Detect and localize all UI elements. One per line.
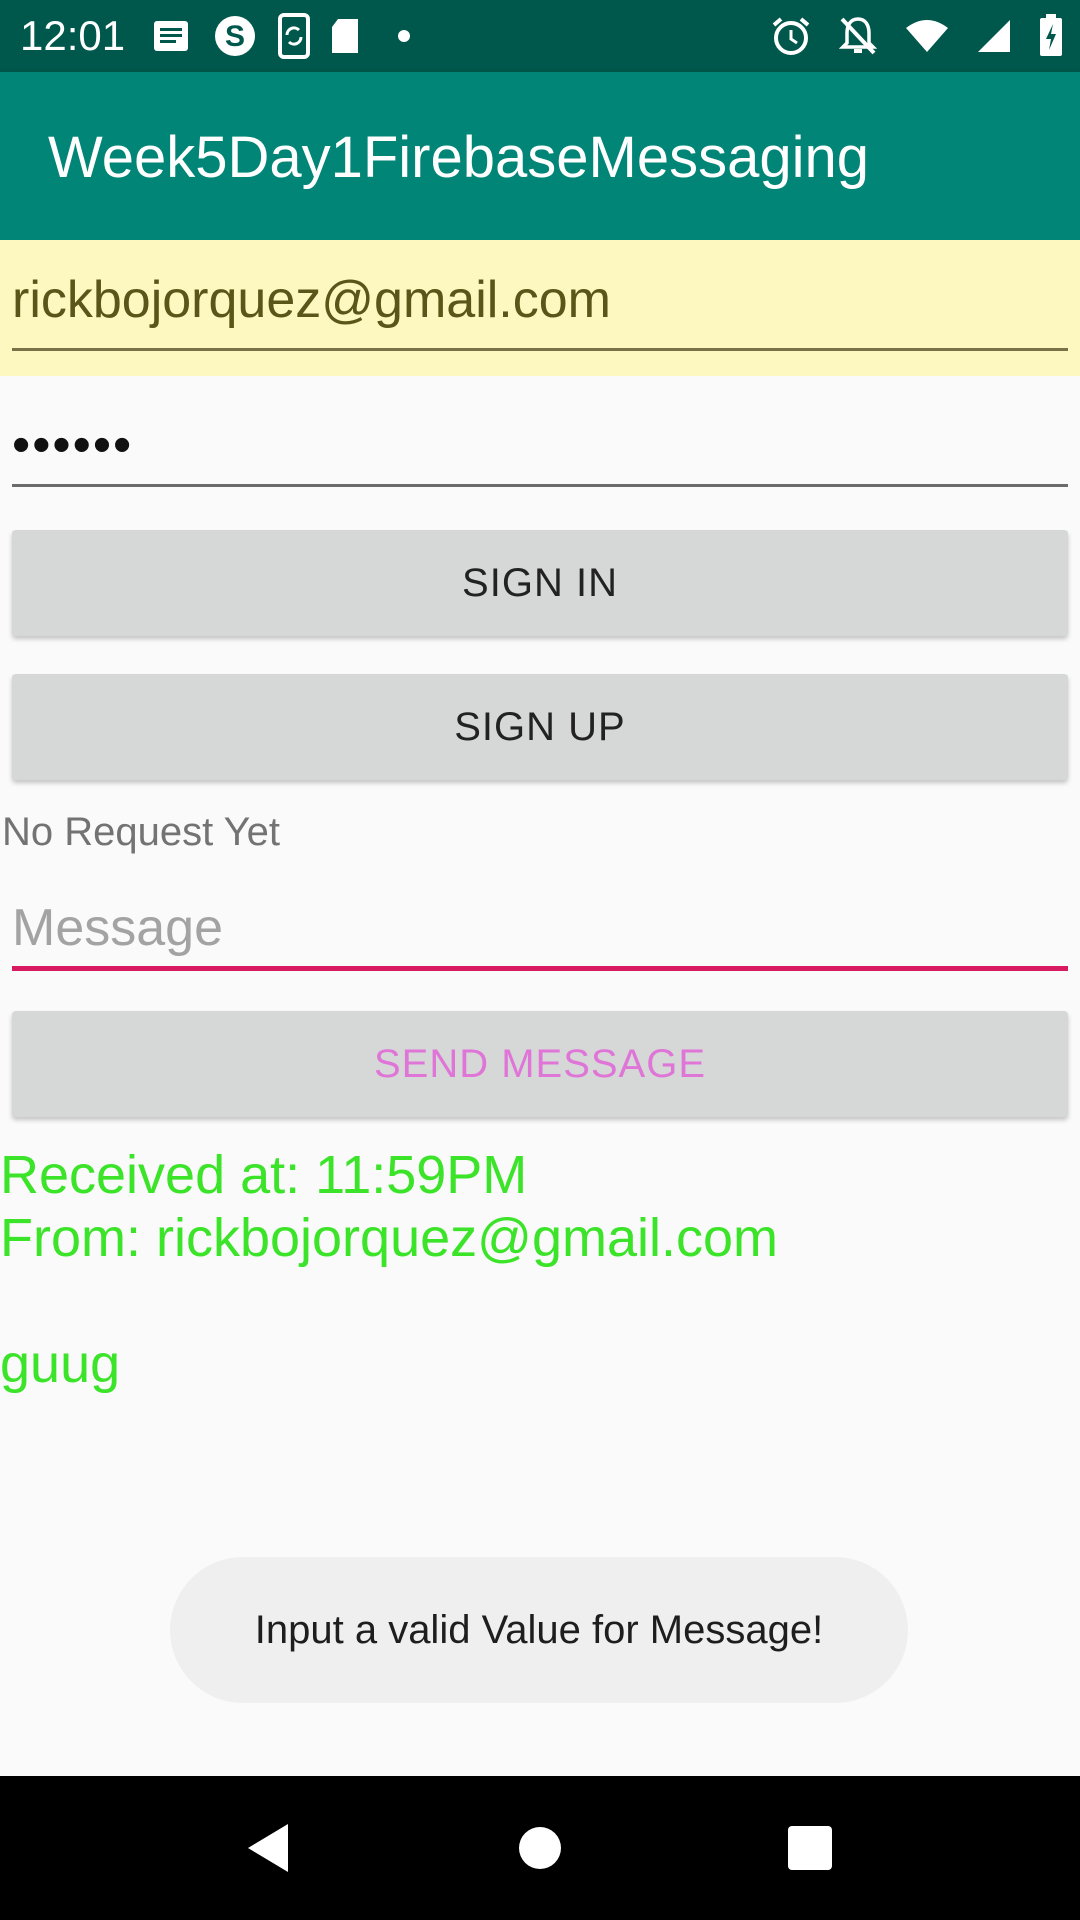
battery-charging-icon	[1040, 14, 1062, 56]
message-notification-icon	[154, 21, 188, 51]
back-icon	[248, 1824, 288, 1872]
received-at-text: Received at: 11:59PM	[0, 1145, 528, 1205]
received-from-text: From: rickbojorquez@gmail.com	[0, 1208, 779, 1268]
navigation-bar	[0, 1776, 1080, 1920]
dot-icon	[398, 30, 410, 42]
recents-button[interactable]	[750, 1776, 870, 1920]
wifi-icon	[906, 20, 948, 52]
status-time: 12:01	[20, 12, 126, 59]
app-bar: Week5Day1FirebaseMessaging	[0, 72, 1080, 240]
notification-icons: S	[152, 13, 418, 59]
received-body-text: guug	[0, 1334, 121, 1394]
alarm-icon	[772, 17, 810, 55]
skype-icon: S	[215, 16, 255, 56]
home-icon	[519, 1827, 561, 1869]
sd-card-icon	[332, 19, 358, 53]
system-icons	[770, 12, 1064, 60]
email-underline	[12, 348, 1068, 351]
sign-in-button[interactable]: SIGN IN	[12, 530, 1068, 636]
toast: Input a valid Value for Message!	[170, 1557, 908, 1703]
request-status-text: No Request Yet	[2, 810, 280, 854]
email-field[interactable]	[12, 270, 1068, 330]
recents-icon	[788, 1826, 832, 1870]
password-underline	[12, 484, 1068, 487]
toast-text: Input a valid Value for Message!	[254, 1607, 824, 1652]
message-underline	[12, 966, 1068, 971]
send-message-button[interactable]: SEND MESSAGE	[12, 1011, 1068, 1117]
app-title: Week5Day1FirebaseMessaging	[48, 125, 870, 190]
home-button[interactable]	[480, 1776, 600, 1920]
message-input[interactable]	[12, 896, 1068, 960]
phone-sync-icon	[278, 13, 310, 59]
sign-up-button[interactable]: SIGN UP	[12, 674, 1068, 780]
notifications-off-icon	[838, 17, 878, 55]
back-button[interactable]	[208, 1776, 328, 1920]
signal-icon	[978, 20, 1010, 52]
password-field[interactable]	[12, 415, 1068, 475]
svg-text:S: S	[225, 20, 245, 53]
received-message: Received at: 11:59PM From: rickbojorquez…	[0, 1144, 778, 1396]
email-field-container	[0, 240, 1080, 376]
status-bar: 12:01 S	[0, 0, 1080, 72]
